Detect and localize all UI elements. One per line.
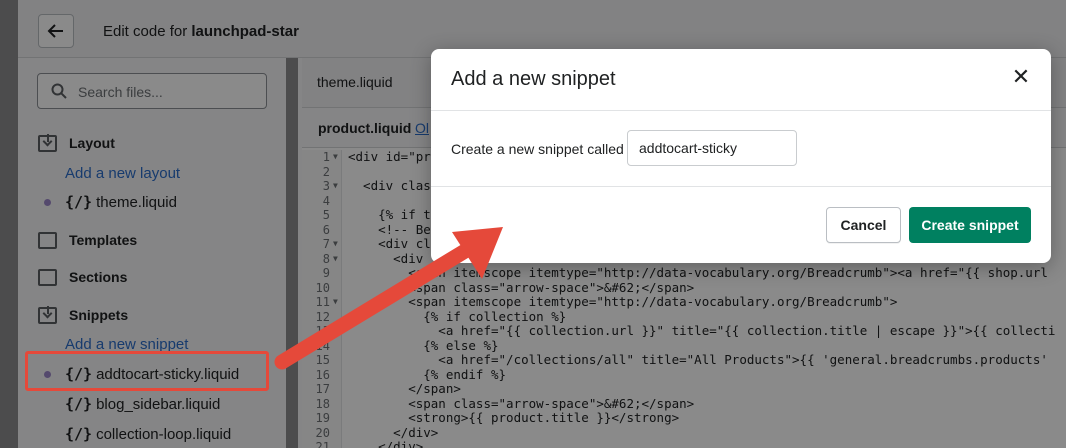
create-snippet-button[interactable]: Create snippet xyxy=(909,207,1031,243)
annotation-highlight-box xyxy=(25,351,269,391)
dialog-header: Add a new snippet ✕ xyxy=(431,49,1051,111)
dialog-body: Create a new snippet called xyxy=(431,111,1051,187)
cancel-button[interactable]: Cancel xyxy=(826,207,901,243)
snippet-name-input[interactable] xyxy=(627,130,797,166)
dialog-title: Add a new snippet xyxy=(451,68,616,90)
add-snippet-dialog: Add a new snippet ✕ Create a new snippet… xyxy=(431,49,1051,263)
close-icon[interactable]: ✕ xyxy=(1009,64,1033,89)
snippet-name-label: Create a new snippet called xyxy=(451,141,624,157)
